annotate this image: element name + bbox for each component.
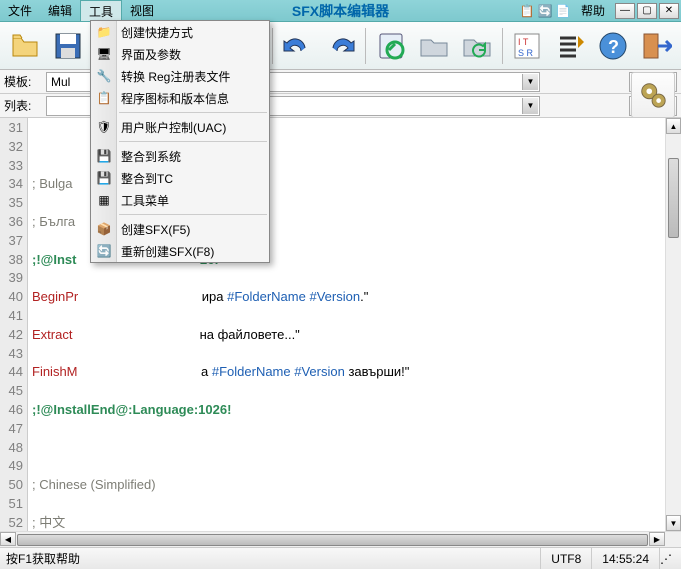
menubar: 文件 编辑 工具 视图 [0, 0, 162, 21]
maximize-button[interactable]: ▢ [637, 3, 657, 19]
chevron-down-icon[interactable]: ▼ [522, 74, 538, 90]
dd-tools-menu[interactable]: ▦工具菜单 [91, 189, 269, 211]
dd-convert-reg[interactable]: 🔧转换 Reg注册表文件 [91, 65, 269, 87]
reg-icon: 🔧 [95, 67, 113, 85]
save-icon: 💾 [95, 147, 113, 165]
scroll-thumb[interactable] [668, 158, 679, 238]
info-icon: 📋 [95, 89, 113, 107]
line-number: 43 [0, 345, 23, 364]
resize-grip[interactable]: ⋰ [659, 548, 675, 569]
template-value: Mul [51, 75, 70, 89]
menu-tools[interactable]: 工具 [80, 0, 122, 21]
chevron-down-icon[interactable]: ▼ [522, 98, 538, 114]
title-icon-2[interactable]: 🔄 [537, 3, 553, 19]
dd-recreate-sfx[interactable]: 🔄重新创建SFX(F8) [91, 240, 269, 262]
close-button[interactable]: ✕ [659, 3, 679, 19]
line-number: 40 [0, 288, 23, 307]
svg-text:I T: I T [518, 37, 529, 47]
dd-uac[interactable]: 🛡用户账户控制(UAC) [91, 116, 269, 138]
scroll-up-icon[interactable]: ▲ [666, 118, 681, 134]
line-number: 37 [0, 232, 23, 251]
line-number: 50 [0, 476, 23, 495]
status-encoding: UTF8 [540, 548, 591, 569]
menu-edit[interactable]: 编辑 [40, 0, 80, 21]
minimize-button[interactable]: — [615, 3, 635, 19]
undo-button[interactable] [277, 25, 318, 67]
script-button[interactable] [370, 25, 411, 67]
line-number: 35 [0, 194, 23, 213]
line-number: 42 [0, 326, 23, 345]
rebuild-icon: 🔄 [95, 242, 113, 260]
save-button[interactable] [47, 25, 88, 67]
dd-create-sfx[interactable]: 📦创建SFX(F5) [91, 218, 269, 240]
status-help: 按F1获取帮助 [6, 550, 80, 567]
shortcut-icon: 📁 [95, 23, 113, 41]
line-number: 47 [0, 420, 23, 439]
title-icon-1[interactable]: 📋 [519, 3, 535, 19]
line-number: 49 [0, 457, 23, 476]
checklist-button[interactable] [550, 25, 591, 67]
exit-button[interactable] [636, 25, 677, 67]
line-number: 48 [0, 439, 23, 458]
line-number: 44 [0, 363, 23, 382]
menu-help[interactable]: 帮助 [573, 2, 613, 19]
line-number: 39 [0, 269, 23, 288]
vertical-scrollbar[interactable]: ▲ ▼ [665, 118, 681, 531]
horizontal-scrollbar[interactable]: ◀ ▶ [0, 531, 681, 547]
menu-icon: ▦ [95, 191, 113, 209]
dd-create-shortcut[interactable]: 📁创建快捷方式 [91, 21, 269, 43]
menu-view[interactable]: 视图 [122, 0, 162, 21]
scroll-left-icon[interactable]: ◀ [0, 532, 16, 546]
title-icon-3[interactable]: 📄 [555, 3, 571, 19]
titlebar: 文件 编辑 工具 视图 SFX脚本编辑器 📋 🔄 📄 帮助 — ▢ ✕ [0, 0, 681, 22]
line-number: 36 [0, 213, 23, 232]
shield-icon: 🛡 [95, 118, 113, 136]
itsr-button[interactable]: I TS R [506, 25, 547, 67]
statusbar: 按F1获取帮助 UTF8 14:55:24 ⋰ [0, 547, 681, 569]
line-gutter: 3132333435363738394041424344454647484950… [0, 118, 28, 531]
build-icon: 📦 [95, 220, 113, 238]
dd-integrate-sys[interactable]: 💾整合到系统 [91, 145, 269, 167]
scroll-down-icon[interactable]: ▼ [666, 515, 681, 531]
list-label: 列表: [4, 97, 42, 114]
scroll-right-icon[interactable]: ▶ [649, 532, 665, 546]
line-number: 52 [0, 514, 23, 533]
line-number: 46 [0, 401, 23, 420]
tools-dropdown: 📁创建快捷方式 🖥界面及参数 🔧转换 Reg注册表文件 📋程序图标和版本信息 🛡… [90, 20, 270, 263]
line-number: 31 [0, 119, 23, 138]
dd-ui-params[interactable]: 🖥界面及参数 [91, 43, 269, 65]
line-number: 34 [0, 175, 23, 194]
line-number: 32 [0, 138, 23, 157]
status-time: 14:55:24 [591, 548, 659, 569]
redo-button[interactable] [320, 25, 361, 67]
dd-integrate-tc[interactable]: 💾整合到TC [91, 167, 269, 189]
menu-file[interactable]: 文件 [0, 0, 40, 21]
open-button[interactable] [4, 25, 45, 67]
hscroll-thumb[interactable] [17, 534, 648, 546]
svg-text:S R: S R [518, 48, 534, 58]
folder-reload-button[interactable] [456, 25, 497, 67]
folder-button[interactable] [413, 25, 454, 67]
svg-text:?: ? [608, 37, 619, 57]
line-number: 41 [0, 307, 23, 326]
line-number: 45 [0, 382, 23, 401]
line-number: 38 [0, 251, 23, 270]
template-label: 模板: [4, 73, 42, 90]
ui-icon: 🖥 [95, 45, 113, 63]
settings-button[interactable] [631, 72, 675, 118]
line-number: 33 [0, 157, 23, 176]
dd-icon-version[interactable]: 📋程序图标和版本信息 [91, 87, 269, 109]
save-icon: 💾 [95, 169, 113, 187]
line-number: 51 [0, 495, 23, 514]
help-button[interactable]: ? [593, 25, 634, 67]
